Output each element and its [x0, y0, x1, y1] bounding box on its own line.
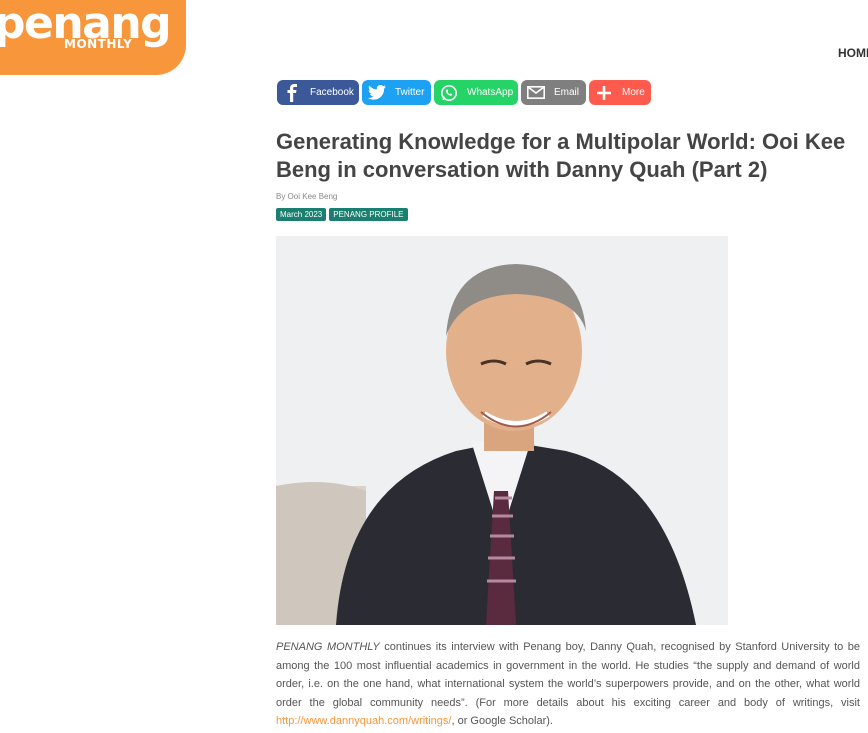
share-whatsapp-label: WhatsApp — [467, 87, 514, 98]
whatsapp-icon — [438, 82, 460, 104]
site-logo[interactable]: penang MONTHLY — [0, 0, 186, 75]
tag-category[interactable]: PENANG PROFILE — [329, 208, 408, 221]
tag-issue[interactable]: March 2023 — [276, 208, 327, 221]
share-whatsapp-button[interactable]: WhatsApp — [434, 80, 518, 105]
article-featured-image — [276, 236, 728, 625]
twitter-icon — [366, 82, 388, 104]
share-facebook-label: Facebook — [310, 87, 354, 98]
logo-subtitle: MONTHLY — [64, 37, 133, 51]
plus-icon — [593, 82, 615, 104]
share-twitter-label: Twitter — [395, 87, 425, 98]
share-facebook-button[interactable]: Facebook — [277, 80, 359, 105]
danny-quah-writings-link[interactable]: http://www.dannyquah.com/writings/ — [276, 715, 451, 727]
article-tags: March 2023 PENANG PROFILE — [276, 208, 408, 221]
share-bar: Facebook Twitter WhatsApp Email More — [277, 80, 651, 105]
facebook-icon — [281, 82, 303, 104]
share-more-label: More — [622, 87, 645, 98]
email-icon — [525, 82, 547, 104]
article-title: Generating Knowledge for a Multipolar Wo… — [276, 129, 846, 182]
share-email-button[interactable]: Email — [521, 80, 586, 105]
nav-home-link[interactable]: HOME — [838, 46, 868, 60]
share-twitter-button[interactable]: Twitter — [362, 80, 431, 105]
intro-end-text: , or Google Scholar). — [451, 715, 553, 727]
article-intro-paragraph: PENANG MONTHLY continues its interview w… — [276, 638, 860, 731]
article-byline[interactable]: By Ooi Kee Beng — [276, 192, 337, 201]
share-email-label: Email — [554, 87, 580, 98]
publication-name: PENANG MONTHLY — [276, 641, 380, 653]
share-more-button[interactable]: More — [589, 80, 651, 105]
